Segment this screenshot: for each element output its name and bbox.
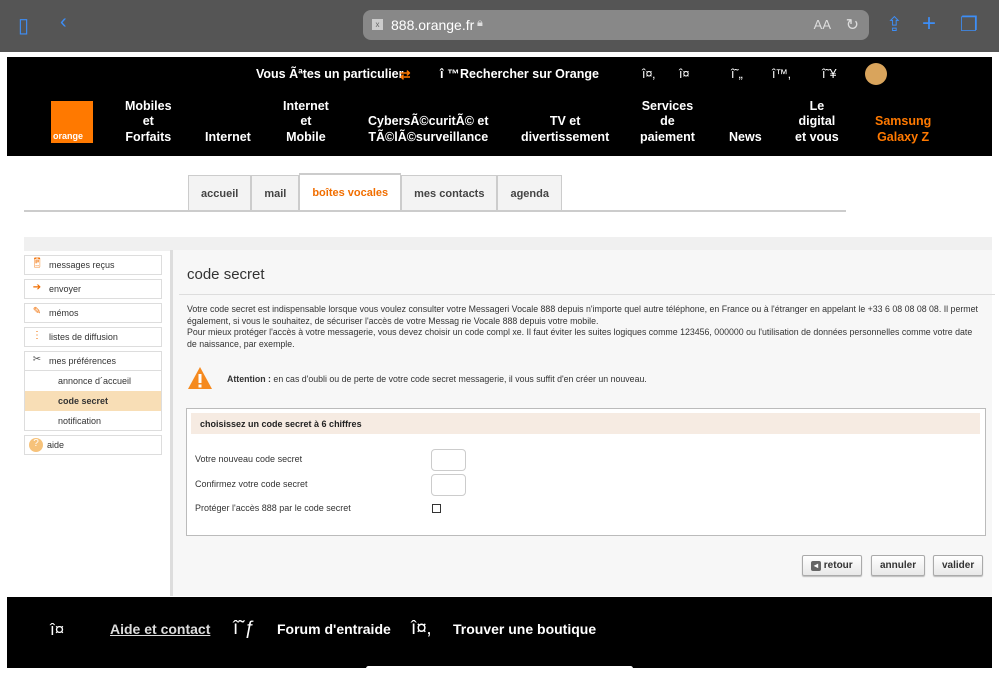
sidebar-item-preferences[interactable]: ✂ mes préférences [24,351,162,371]
tab-contacts[interactable]: mes contacts [401,175,498,210]
tab-boites-vocales[interactable]: boîtes vocales [299,173,402,211]
send-icon: ➔ [32,282,42,293]
sidebar-item-aide[interactable]: ? aide [24,435,162,455]
voicemail-icon: 📱︎ [30,258,44,269]
nav-digital[interactable]: Le digital et vous [795,99,839,146]
nav-samsung[interactable]: Samsung Galaxy Z [875,114,931,145]
sidebar-item-messages[interactable]: 📱︎ messages reçus [24,255,162,275]
search-link[interactable]: Rechercher sur Orange [460,67,599,81]
sidebar-item-label: messages reçus [49,260,115,270]
help-contact-icon: î¤ [50,620,65,639]
tab-mail[interactable]: mail [251,175,300,210]
home-indicator[interactable] [366,666,633,671]
mail-icon[interactable]: î¤‚ [642,67,655,81]
title-divider [179,294,995,295]
list-icon: ⋮ [32,330,42,341]
confirm-code-label: Confirmez votre code secret [195,479,308,489]
shop-icon: î¤‚ [411,618,432,639]
cancel-button[interactable]: annuler [871,555,926,576]
new-tab-icon[interactable]: + [922,10,936,38]
avatar[interactable] [865,63,887,85]
particulier-link[interactable]: Vous Ãªtes un particulier [256,67,403,81]
page-title: code secret [187,266,265,283]
submit-button[interactable]: valider [933,555,984,576]
back-arrow-icon: ◂ [811,561,821,571]
protect-checkbox[interactable] [432,504,441,513]
warning-message: en cas d'oubli ou de perte de votre code… [270,374,647,384]
lock-icon: 🔒︎ [477,17,483,29]
nav-paiement[interactable]: Services de paiement [640,99,695,146]
form-heading: choisissez un code secret à 6 chiffres [191,413,980,434]
help-contact-link[interactable]: Aide et contact [110,621,210,637]
forum-icon: î˜ƒ [233,618,256,639]
sidebar-item-label: mémos [49,308,79,318]
new-code-label: Votre nouveau code secret [195,454,303,464]
tab-accueil[interactable]: accueil [188,175,252,210]
orange-logo[interactable]: orange [51,101,93,143]
memo-icon: ✎ [32,306,42,317]
intro-text: Votre code secret est indispensable lors… [187,304,982,350]
sidebar-sub-code-secret[interactable]: code secret [24,391,162,411]
tab-divider [24,210,846,212]
nav-internet[interactable]: Internet [205,130,251,146]
main-tabs: accueil mail boîtes vocales mes contacts… [188,173,562,211]
cart-icon[interactable]: î˜„ [731,67,743,81]
section-bar [24,237,992,251]
sidebar-sub-notification[interactable]: notification [24,411,162,431]
confirm-code-input[interactable] [431,474,466,496]
content-panel: code secret Votre code secret est indisp… [170,250,995,596]
sidebar-item-label: aide [47,440,65,450]
tools-icon: ✂ [32,354,42,365]
reload-icon[interactable]: ↻ [846,15,859,35]
site-footer: î¤ Aide et contact î˜ƒ Forum d'entraide … [7,597,992,668]
store-icon[interactable]: î¤ [679,67,689,81]
warning-text: Attention : en cas d'oubli ou de perte d… [227,374,647,384]
new-code-input[interactable] [431,449,466,471]
nav-news[interactable]: News [729,130,762,146]
nav-internet-mobile[interactable]: Internet et Mobile [283,99,329,146]
switch-icon: ⇄ [400,68,411,82]
tab-agenda[interactable]: agenda [497,175,562,210]
back-button[interactable]: ◂ retour [802,555,862,576]
sidebar-item-memos[interactable]: ✎ mémos [24,303,162,323]
intro-paragraph-1: Votre code secret est indispensable lors… [187,304,978,326]
favicon-icon: x [372,19,383,30]
search-icon: î ™ [440,67,460,81]
help-icon: ? [29,438,43,452]
warning-icon [188,367,212,389]
apps-icon[interactable]: î™‚ [772,67,791,81]
protect-label: Protéger l'accès 888 par le code secret [195,503,351,513]
sidebar-toggle-icon[interactable]: ▯ [18,13,29,38]
share-icon[interactable]: ⇪ [886,12,903,37]
tabs-icon[interactable]: ❐ [960,12,978,37]
sidebar: 📱︎ messages reçus ➔ envoyer ✎ mémos ⋮ listes… [24,255,162,459]
reader-icon[interactable]: AA [814,17,831,32]
site-header: orange Vous Ãªtes un particulier ⇄ î ™ R… [7,57,992,156]
sidebar-sub-annonce[interactable]: annonce d´accueil [24,371,162,391]
address-bar[interactable]: x 888.orange.fr 🔒︎ AA ↻ [363,10,869,40]
nav-cybersecurite[interactable]: CybersÃ©curitÃ© et TÃ©lÃ©surveillance [368,114,489,145]
nav-tv[interactable]: TV et divertissement [521,114,609,145]
sidebar-item-listes[interactable]: ⋮ listes de diffusion [24,327,162,347]
code-form: choisissez un code secret à 6 chiffres V… [186,408,986,536]
browser-toolbar: ▯ ‹ x 888.orange.fr 🔒︎ AA ↻ ⇪ + ❐ [0,0,999,52]
forum-link[interactable]: Forum d'entraide [277,621,391,637]
shop-link[interactable]: Trouver une boutique [453,621,596,637]
sidebar-item-label: listes de diffusion [49,332,118,342]
nav-mobiles[interactable]: Mobiles et Forfaits [125,99,172,146]
url-text: 888.orange.fr [391,17,475,33]
warning-label: Attention : [227,374,271,384]
account-icon[interactable]: î˜¥ [822,67,837,81]
sidebar-item-label: mes préférences [49,356,117,366]
sidebar-item-label: envoyer [49,284,82,294]
back-icon[interactable]: ‹ [60,11,67,34]
sidebar-item-envoyer[interactable]: ➔ envoyer [24,279,162,299]
intro-paragraph-2: Pour mieux protéger l'accès à votre mess… [187,327,973,349]
back-button-label: retour [823,560,853,571]
